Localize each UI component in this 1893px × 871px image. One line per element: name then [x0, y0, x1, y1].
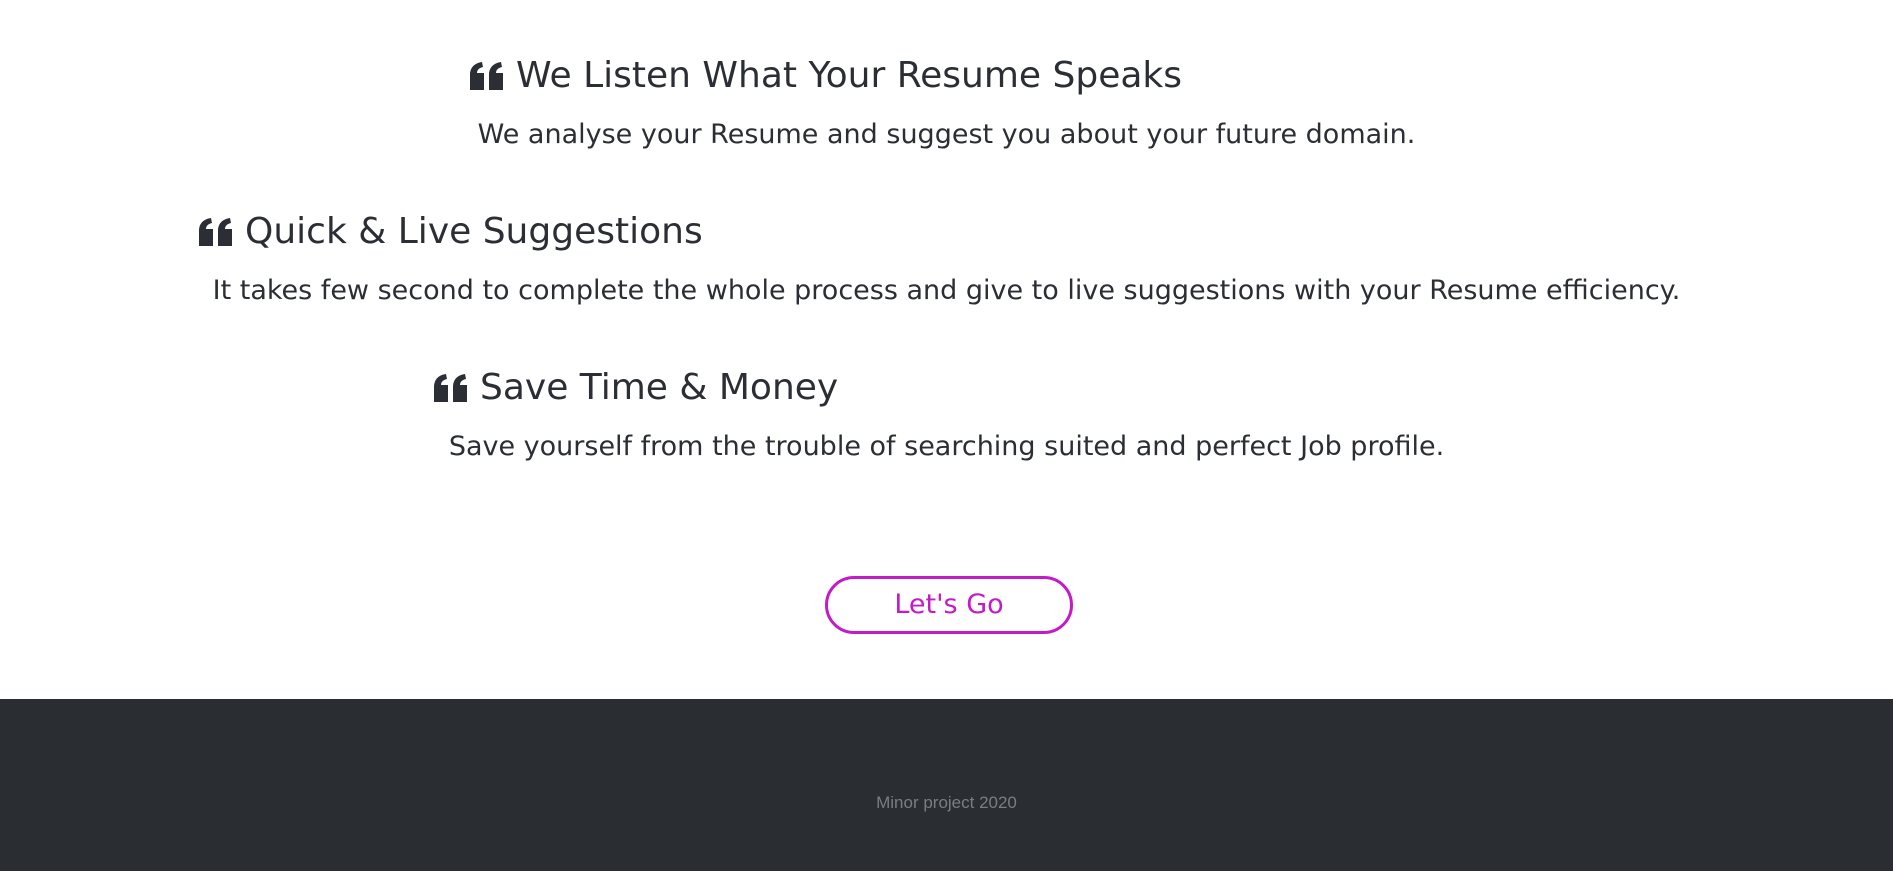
feature-description-save: Save yourself from the trouble of search… [448, 431, 1445, 462]
feature-description-suggestions: It takes few second to complete the whol… [212, 275, 1681, 306]
features-section: We Listen What Your Resume Speaks We ana… [0, 0, 1893, 699]
quote-left-icon [434, 374, 468, 402]
feature-description-listen: We analyse your Resume and suggest you a… [477, 119, 1416, 150]
quote-left-icon [199, 218, 233, 246]
feature-heading-listen: We Listen What Your Resume Speaks [470, 58, 1182, 94]
feature-heading-label: Quick & Live Suggestions [245, 211, 703, 252]
footer: Minor project 2020 [0, 699, 1893, 871]
lets-go-button[interactable]: Let's Go [825, 576, 1073, 634]
footer-copyright: Minor project 2020 [876, 793, 1017, 812]
landing-page: We Listen What Your Resume Speaks We ana… [0, 0, 1893, 871]
feature-heading-save: Save Time & Money [434, 370, 838, 406]
feature-heading-suggestions: Quick & Live Suggestions [199, 214, 703, 250]
quote-left-icon [470, 62, 504, 90]
feature-heading-label: Save Time & Money [480, 367, 839, 408]
feature-heading-label: We Listen What Your Resume Speaks [516, 55, 1183, 96]
